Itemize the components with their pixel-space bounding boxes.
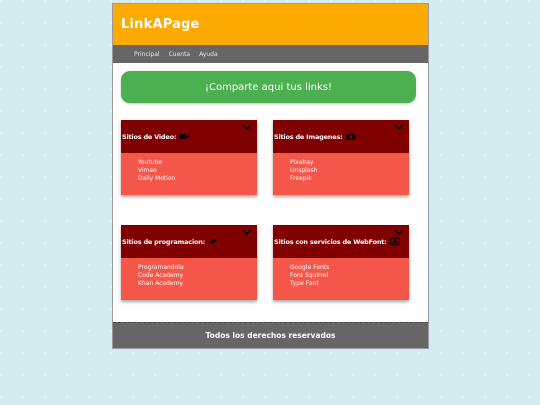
site-logo[interactable]: LinkAPage <box>121 17 200 32</box>
font-icon <box>389 237 400 246</box>
link-font-squirrel[interactable]: Font Squirrel <box>290 272 409 280</box>
link-google-fonts[interactable]: Google Fonts <box>290 264 409 272</box>
camera-icon <box>345 133 356 140</box>
card-programming-sites: Sitios de programacion: Programandola Co… <box>121 225 257 300</box>
video-camera-icon <box>179 134 189 139</box>
card-webfont-sites: Sitios con servicios de WebFont: Google … <box>273 225 409 300</box>
chevron-down-icon[interactable] <box>242 228 252 236</box>
link-daily-motion[interactable]: Daily Motion <box>138 175 257 183</box>
nav-item-ayuda[interactable]: Ayuda <box>199 51 218 58</box>
link-pixabay[interactable]: Pixabay <box>290 159 409 167</box>
card-header[interactable]: Sitios de programacion: <box>121 225 257 258</box>
card-links: Google Fonts Font Squirrel Type Font <box>273 258 409 300</box>
site-header: LinkAPage <box>113 4 428 45</box>
card-image-sites: Sitios de Imagenes: Pixabay Unsplash Fre… <box>273 120 409 195</box>
card-title: Sitios de Video: <box>122 132 177 141</box>
link-type-font[interactable]: Type Font <box>290 280 409 288</box>
card-header[interactable]: Sitios de Video: <box>121 120 257 153</box>
card-links: Programandola Code Academy Khan Academy <box>121 258 257 300</box>
link-unsplash[interactable]: Unsplash <box>290 167 409 175</box>
site-footer: Todos los derechos reservados <box>113 322 428 348</box>
share-banner: ¡Comparte aqui tus links! <box>121 71 416 103</box>
link-vimeo[interactable]: Vimeo <box>138 167 257 175</box>
card-header[interactable]: Sitios con servicios de WebFont: <box>273 225 409 258</box>
main-nav: Principal Cuenta Ayuda <box>113 45 428 63</box>
page-container: LinkAPage Principal Cuenta Ayuda ¡Compar… <box>112 3 429 349</box>
link-programandola[interactable]: Programandola <box>138 264 257 272</box>
link-youtube[interactable]: Youtube <box>138 159 257 167</box>
card-video-sites: Sitios de Video: Youtube Vimeo Daily Mot… <box>121 120 257 195</box>
chevron-down-icon[interactable] <box>394 123 404 131</box>
chevron-down-icon[interactable] <box>242 123 252 131</box>
card-links: Youtube Vimeo Daily Motion <box>121 153 257 195</box>
chevron-down-icon[interactable] <box>394 228 404 236</box>
book-icon <box>208 238 218 246</box>
card-links: Pixabay Unsplash Freepik <box>273 153 409 195</box>
card-title: Sitios de Imagenes: <box>274 132 343 141</box>
link-code-academy[interactable]: Code Academy <box>138 272 257 280</box>
nav-item-principal[interactable]: Principal <box>134 51 160 58</box>
link-khan-academy[interactable]: Khan Academy <box>138 280 257 288</box>
card-title: Sitios de programacion: <box>122 237 206 246</box>
link-freepik[interactable]: Freepik <box>290 175 409 183</box>
card-title: Sitios con servicios de WebFont: <box>274 237 387 246</box>
nav-item-cuenta[interactable]: Cuenta <box>169 51 191 58</box>
card-header[interactable]: Sitios de Imagenes: <box>273 120 409 153</box>
